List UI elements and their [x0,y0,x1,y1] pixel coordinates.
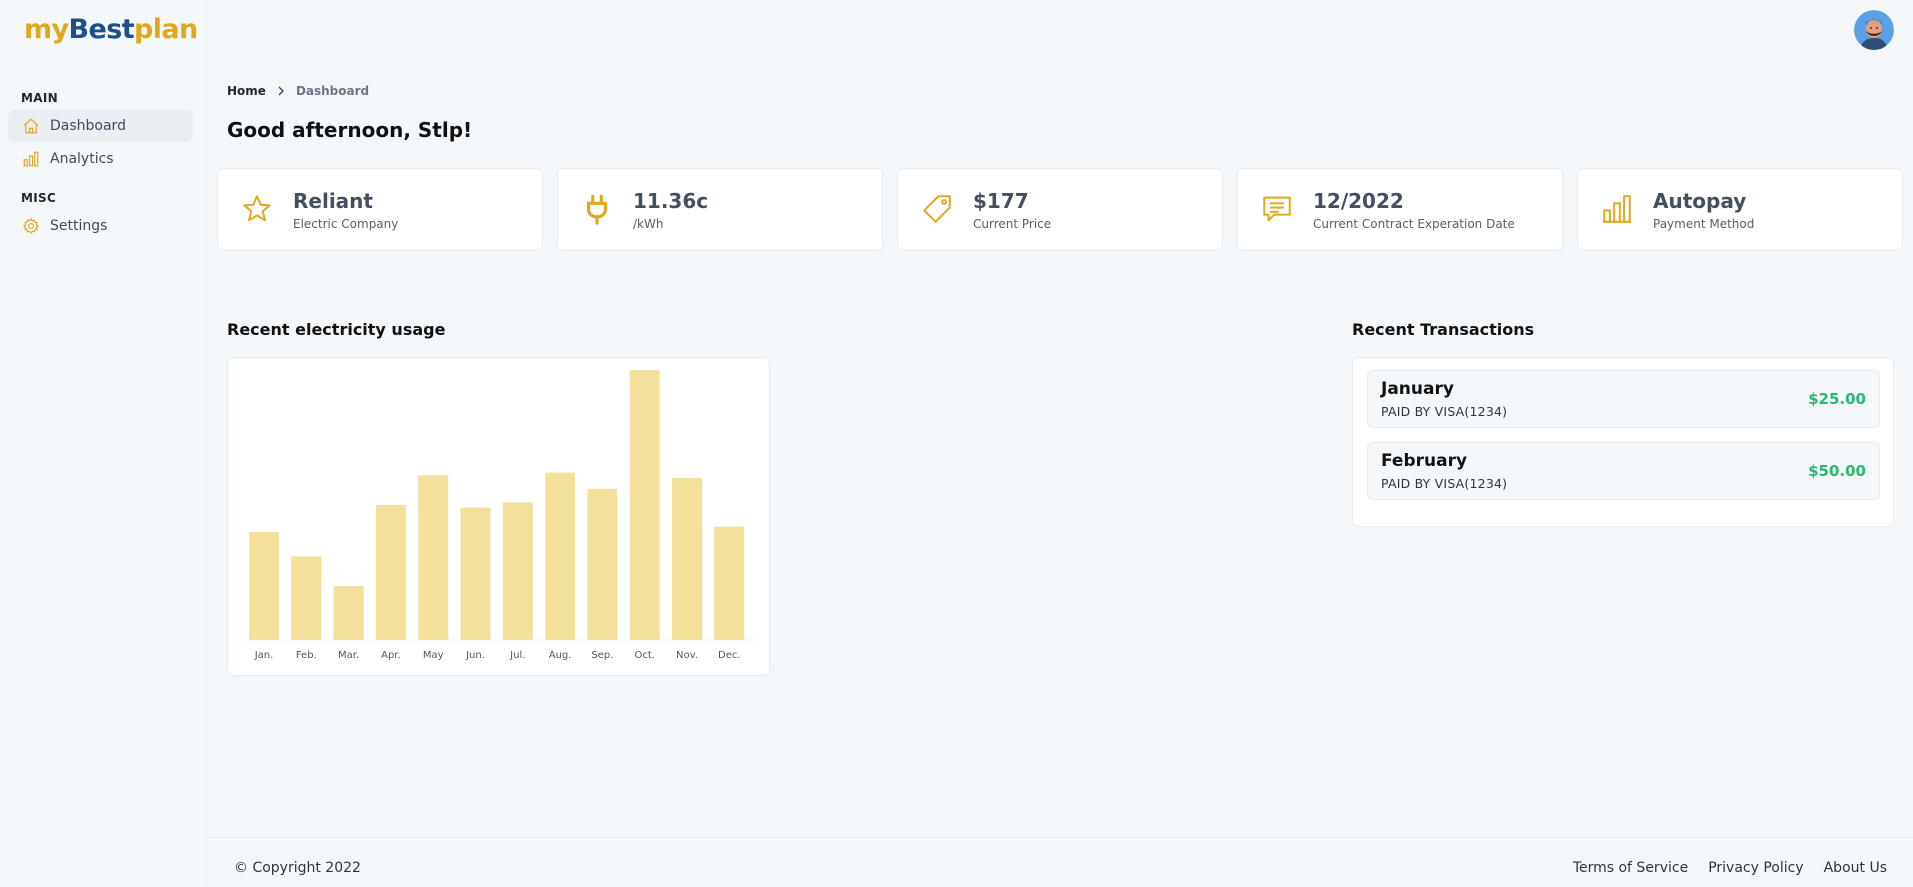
stat-value: Reliant [293,189,373,213]
home-icon [23,118,39,134]
message-icon [1263,196,1291,222]
stat-label: Current Price [973,217,1052,231]
nav-section-misc: MISC [21,191,57,205]
chart-bar[interactable] [545,472,576,640]
stat-card-contract: 12/2022 Current Contract Experation Date [1237,168,1563,251]
chart-bar[interactable] [249,532,279,640]
brand-logo[interactable]: myBestplan [24,12,198,48]
user-avatar[interactable] [1854,10,1894,50]
chart-bar[interactable] [460,507,491,640]
tag-icon [923,195,951,223]
stat-label: Current Contract Experation Date [1313,217,1515,231]
stat-card-payment: Autopay Payment Method [1577,168,1903,251]
page-footer: © Copyright 2022 Terms of Service Privac… [208,837,1913,887]
x-tick-label: Aug. [549,650,572,661]
sidebar-item-label: Analytics [50,151,114,167]
x-tick-label: Apr. [381,650,401,661]
transaction-month: January [1381,379,1454,399]
stat-value: 12/2022 [1313,189,1404,213]
x-tick-label: Mar. [338,650,359,661]
stat-card-price: $177 Current Price [897,168,1223,251]
bar-chart-icon [23,151,39,167]
chart-bar[interactable] [418,475,449,640]
footer-links: Terms of Service Privacy Policy About Us [1553,860,1887,876]
x-tick-label: Sep. [591,650,613,661]
transaction-amount: $25.00 [1808,390,1866,408]
transactions-card: January PAID BY VISA(1234) $25.00 Februa… [1352,357,1894,527]
x-tick-label: Nov. [676,650,698,661]
top-header [208,0,1913,62]
x-tick-label: May [423,650,444,661]
breadcrumb: Home Dashboard [227,84,369,98]
sidebar-item-label: Dashboard [50,118,126,134]
x-tick-label: Jun. [465,650,485,661]
stat-value: Autopay [1653,189,1747,213]
chart-bar[interactable] [291,556,322,640]
chart-bar[interactable] [672,478,702,640]
stat-label: Electric Company [293,217,399,231]
chart-bar[interactable] [375,505,406,640]
gear-icon [22,217,40,235]
sidebar-item-label: Settings [50,218,108,234]
chart-bar[interactable] [629,370,660,640]
x-tick-label: Dec. [718,650,741,661]
breadcrumb-home[interactable]: Home [227,84,266,98]
usage-chart-card: Jan. Feb. Mar. Apr. May Jun. Jul. Aug. Sep. Oct. N… [227,357,770,676]
breadcrumb-current: Dashboard [295,84,370,98]
chart-bar[interactable] [587,488,618,640]
plug-icon [586,194,608,225]
privacy-policy-link[interactable]: Privacy Policy [1708,860,1803,876]
page-greeting: Good afternoon, Stlp! [227,118,473,142]
terms-of-service-link[interactable]: Terms of Service [1573,860,1688,876]
stat-label: /kWh [633,217,664,231]
stat-card-company: Reliant Electric Company [217,168,543,251]
transaction-method: PAID BY VISA(1234) [1381,404,1508,419]
transactions-section-title: Recent Transactions [1352,320,1535,339]
stat-label: Payment Method [1653,217,1755,231]
x-tick-label: Feb. [296,650,317,661]
transaction-amount: $50.00 [1808,462,1866,480]
usage-section-title: Recent electricity usage [227,320,446,339]
transaction-method: PAID BY VISA(1234) [1381,476,1508,491]
transaction-item[interactable]: February PAID BY VISA(1234) $50.00 [1367,442,1880,500]
stat-card-rate: 11.36c /kWh [557,168,883,251]
star-icon [243,195,271,222]
sidebar: myBestplan MAIN Dashboard Analytics MISC… [0,0,207,887]
x-tick-label: Oct. [634,650,654,661]
copyright-text: © Copyright 2022 [234,860,361,876]
usage-bar-chart: Jan. Feb. Mar. Apr. May Jun. Jul. Aug. Sep. Oct. N… [246,370,754,661]
sidebar-item-analytics[interactable]: Analytics [8,143,193,175]
x-tick-label: Jan. [254,650,274,661]
chart-bar[interactable] [714,526,745,640]
nav-section-main: MAIN [21,91,58,105]
stat-value: 11.36c [633,189,709,213]
transaction-item[interactable]: January PAID BY VISA(1234) $25.00 [1367,370,1880,428]
stat-value: $177 [973,189,1029,213]
transaction-month: February [1381,451,1468,471]
sidebar-item-dashboard[interactable]: Dashboard [8,110,193,142]
x-tick-label: Jul. [509,650,525,661]
chevron-right-icon [278,86,284,96]
about-us-link[interactable]: About Us [1824,860,1887,876]
bar-chart-icon [1602,195,1632,223]
chart-bar[interactable] [333,586,364,640]
chart-bar[interactable] [502,502,533,640]
sidebar-item-settings[interactable]: Settings [8,210,193,242]
